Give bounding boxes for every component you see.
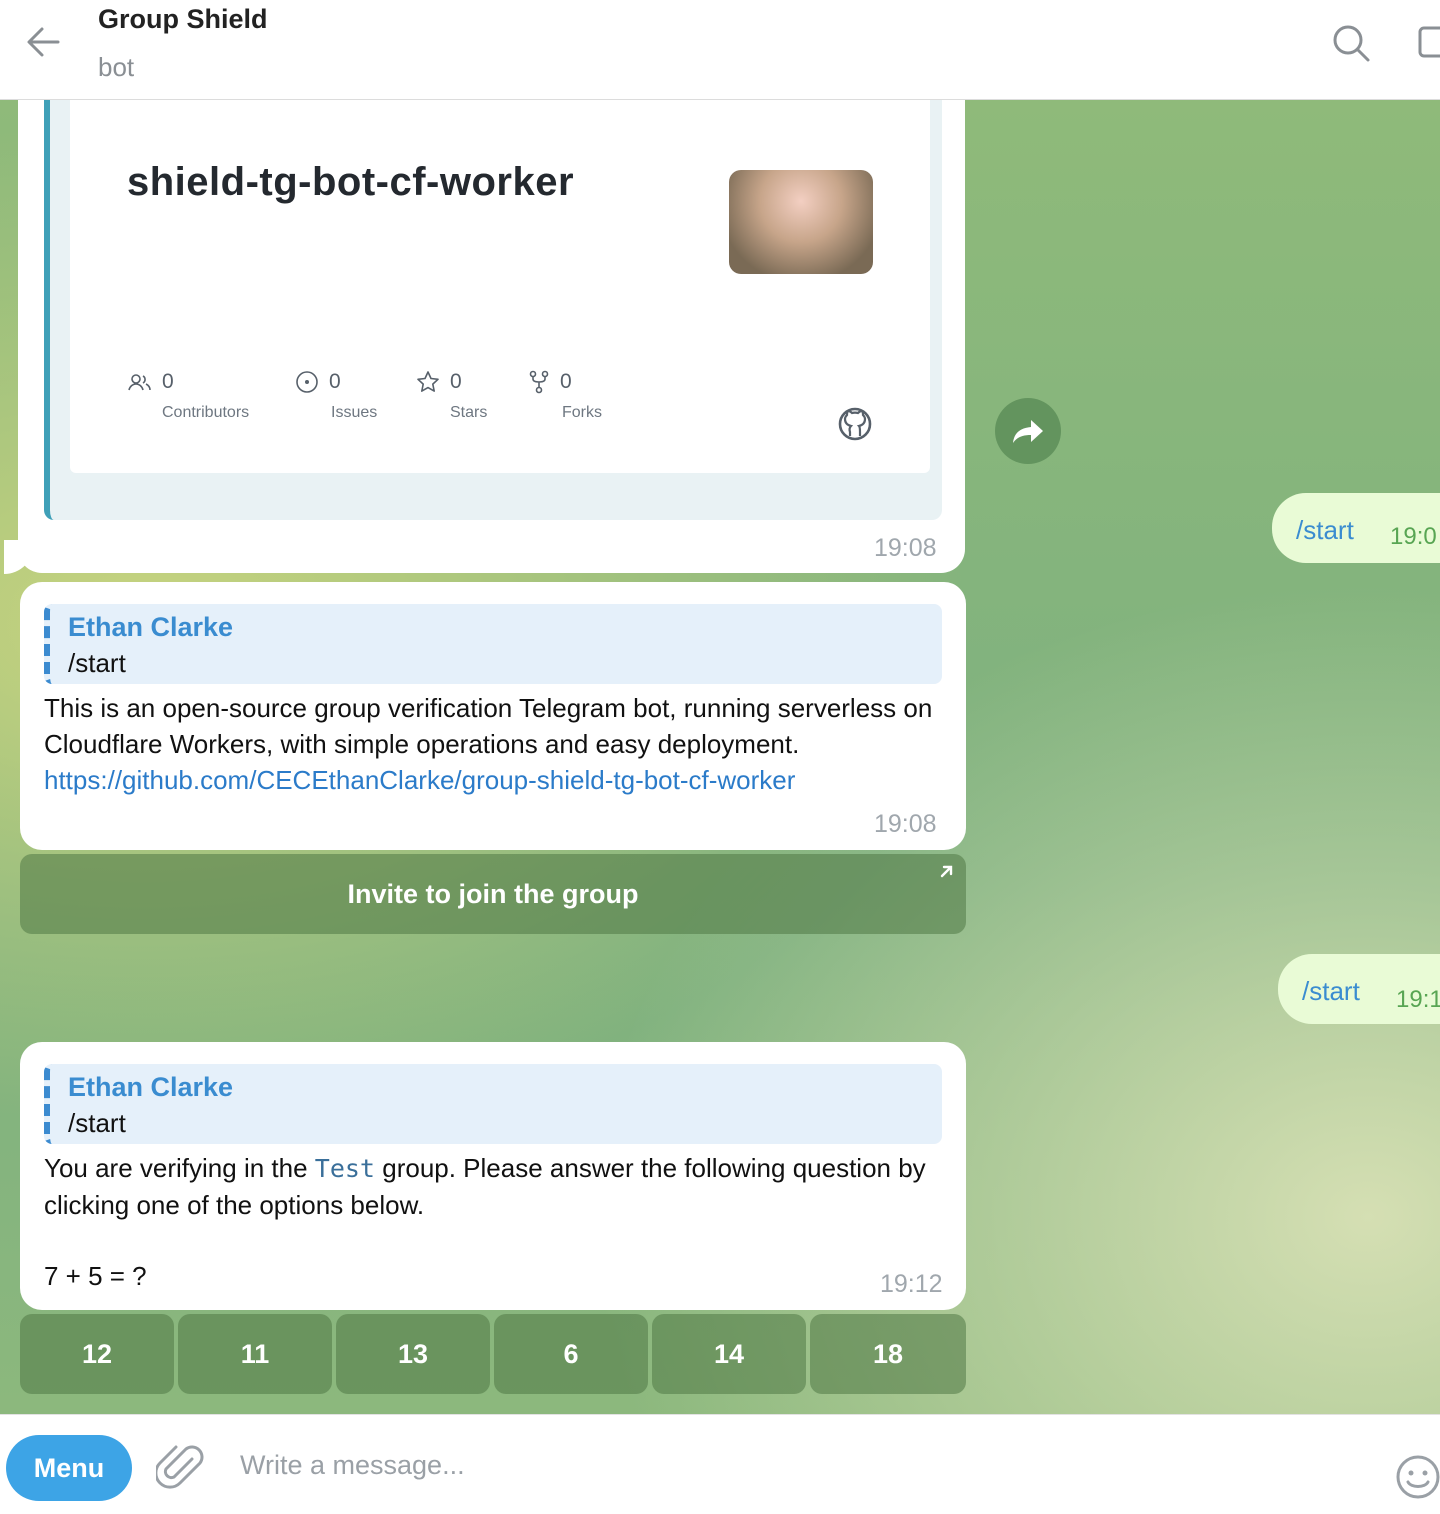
- reply-quote[interactable]: Ethan Clarke /start: [44, 1064, 942, 1144]
- contributors-icon: [128, 374, 151, 391]
- answer-option-button[interactable]: 14: [652, 1314, 806, 1394]
- reply-quote[interactable]: Ethan Clarke /start: [44, 604, 942, 684]
- fork-icon: [529, 370, 549, 394]
- external-link-icon: [940, 865, 953, 878]
- stat-forks: 0 Forks: [528, 370, 602, 430]
- reply-author: Ethan Clarke: [68, 612, 234, 642]
- menu-button[interactable]: Menu: [6, 1435, 132, 1501]
- answer-option-button[interactable]: 12: [20, 1314, 174, 1394]
- outgoing-message: /start 19:0: [1272, 493, 1440, 563]
- paperclip-icon[interactable]: [154, 1439, 206, 1495]
- reply-text: /start: [68, 1108, 126, 1138]
- stat-value: 0: [162, 370, 174, 393]
- repo-name: shield-tg-bot-cf-worker: [127, 160, 575, 204]
- stat-issues: 0 Issues: [295, 370, 377, 430]
- option-label: 6: [563, 1338, 579, 1369]
- question-text: 7 + 5 = ?: [44, 1261, 147, 1291]
- stat-label: Stars: [450, 404, 488, 421]
- message-composer: Menu: [0, 1414, 1440, 1514]
- message-text: You are verifying in the: [44, 1153, 308, 1183]
- button-label: Invite to join the group: [347, 878, 639, 909]
- option-label: 18: [872, 1338, 904, 1369]
- stat-stars: 0 Stars: [416, 370, 487, 430]
- bot-message: Ethan Clarke /start This is an open-sour…: [20, 582, 966, 850]
- option-label: 14: [713, 1338, 745, 1369]
- stat-label: Forks: [562, 404, 602, 421]
- repo-link[interactable]: https://github.com/CECEthanClarke/group-…: [44, 765, 795, 795]
- answer-option-button[interactable]: 11: [178, 1314, 332, 1394]
- message-text: This is an open-source group verificatio…: [44, 693, 933, 759]
- stat-label: Issues: [331, 404, 378, 421]
- repo-avatar: [729, 170, 873, 274]
- chat-title[interactable]: Group Shield: [98, 4, 268, 35]
- message-text[interactable]: /start: [1302, 976, 1360, 1007]
- github-icon: [837, 406, 873, 442]
- group-name[interactable]: Test: [315, 1154, 375, 1183]
- option-label: 12: [81, 1338, 113, 1369]
- stat-value: 0: [450, 370, 462, 393]
- chat-subtitle: bot: [98, 52, 135, 82]
- link-preview-message: shield-tg-bot-cf-worker 0 Contributors 0…: [18, 100, 965, 573]
- stat-value: 0: [329, 370, 341, 393]
- link-preview[interactable]: shield-tg-bot-cf-worker 0 Contributors 0…: [44, 100, 942, 520]
- bot-message: Ethan Clarke /start You are verifying in…: [20, 1042, 966, 1310]
- stat-value: 0: [560, 370, 572, 393]
- outgoing-message: /start 19:1: [1278, 954, 1440, 1024]
- chat-area: shield-tg-bot-cf-worker 0 Contributors 0…: [0, 100, 1440, 1414]
- message-time: 19:08: [874, 810, 937, 838]
- emoji-icon[interactable]: [1396, 1455, 1440, 1503]
- message-time: 19:1: [1396, 986, 1440, 1013]
- answer-option-button[interactable]: 18: [810, 1314, 966, 1394]
- message-text[interactable]: /start: [1296, 515, 1354, 546]
- share-arrow-icon: [1013, 420, 1043, 443]
- sidebar-toggle-icon[interactable]: [1416, 24, 1440, 60]
- chat-header: Group Shield bot: [0, 0, 1440, 100]
- issues-icon: [296, 371, 318, 393]
- star-icon: [417, 371, 439, 392]
- reply-author: Ethan Clarke: [68, 1072, 234, 1102]
- stat-label: Contributors: [162, 404, 250, 421]
- message-time: 19:12: [880, 1270, 943, 1298]
- back-arrow-icon[interactable]: [22, 20, 66, 64]
- answer-option-button[interactable]: 13: [336, 1314, 490, 1394]
- stat-contributors: 0 Contributors: [128, 370, 249, 430]
- option-label: 11: [240, 1338, 270, 1369]
- message-input[interactable]: [240, 1443, 1340, 1487]
- search-icon[interactable]: [1330, 22, 1372, 64]
- message-body: This is an open-source group verificatio…: [44, 690, 944, 798]
- message-body: You are verifying in the Test group. Ple…: [44, 1150, 944, 1223]
- share-button[interactable]: [995, 398, 1061, 464]
- reply-text: /start: [68, 648, 126, 678]
- message-time: 19:0: [1390, 523, 1437, 550]
- message-time: 19:08: [874, 534, 937, 562]
- invite-button[interactable]: Invite to join the group: [20, 854, 966, 934]
- github-card[interactable]: shield-tg-bot-cf-worker 0 Contributors 0…: [70, 100, 930, 473]
- option-label: 13: [397, 1338, 429, 1369]
- answer-option-button[interactable]: 6: [494, 1314, 648, 1394]
